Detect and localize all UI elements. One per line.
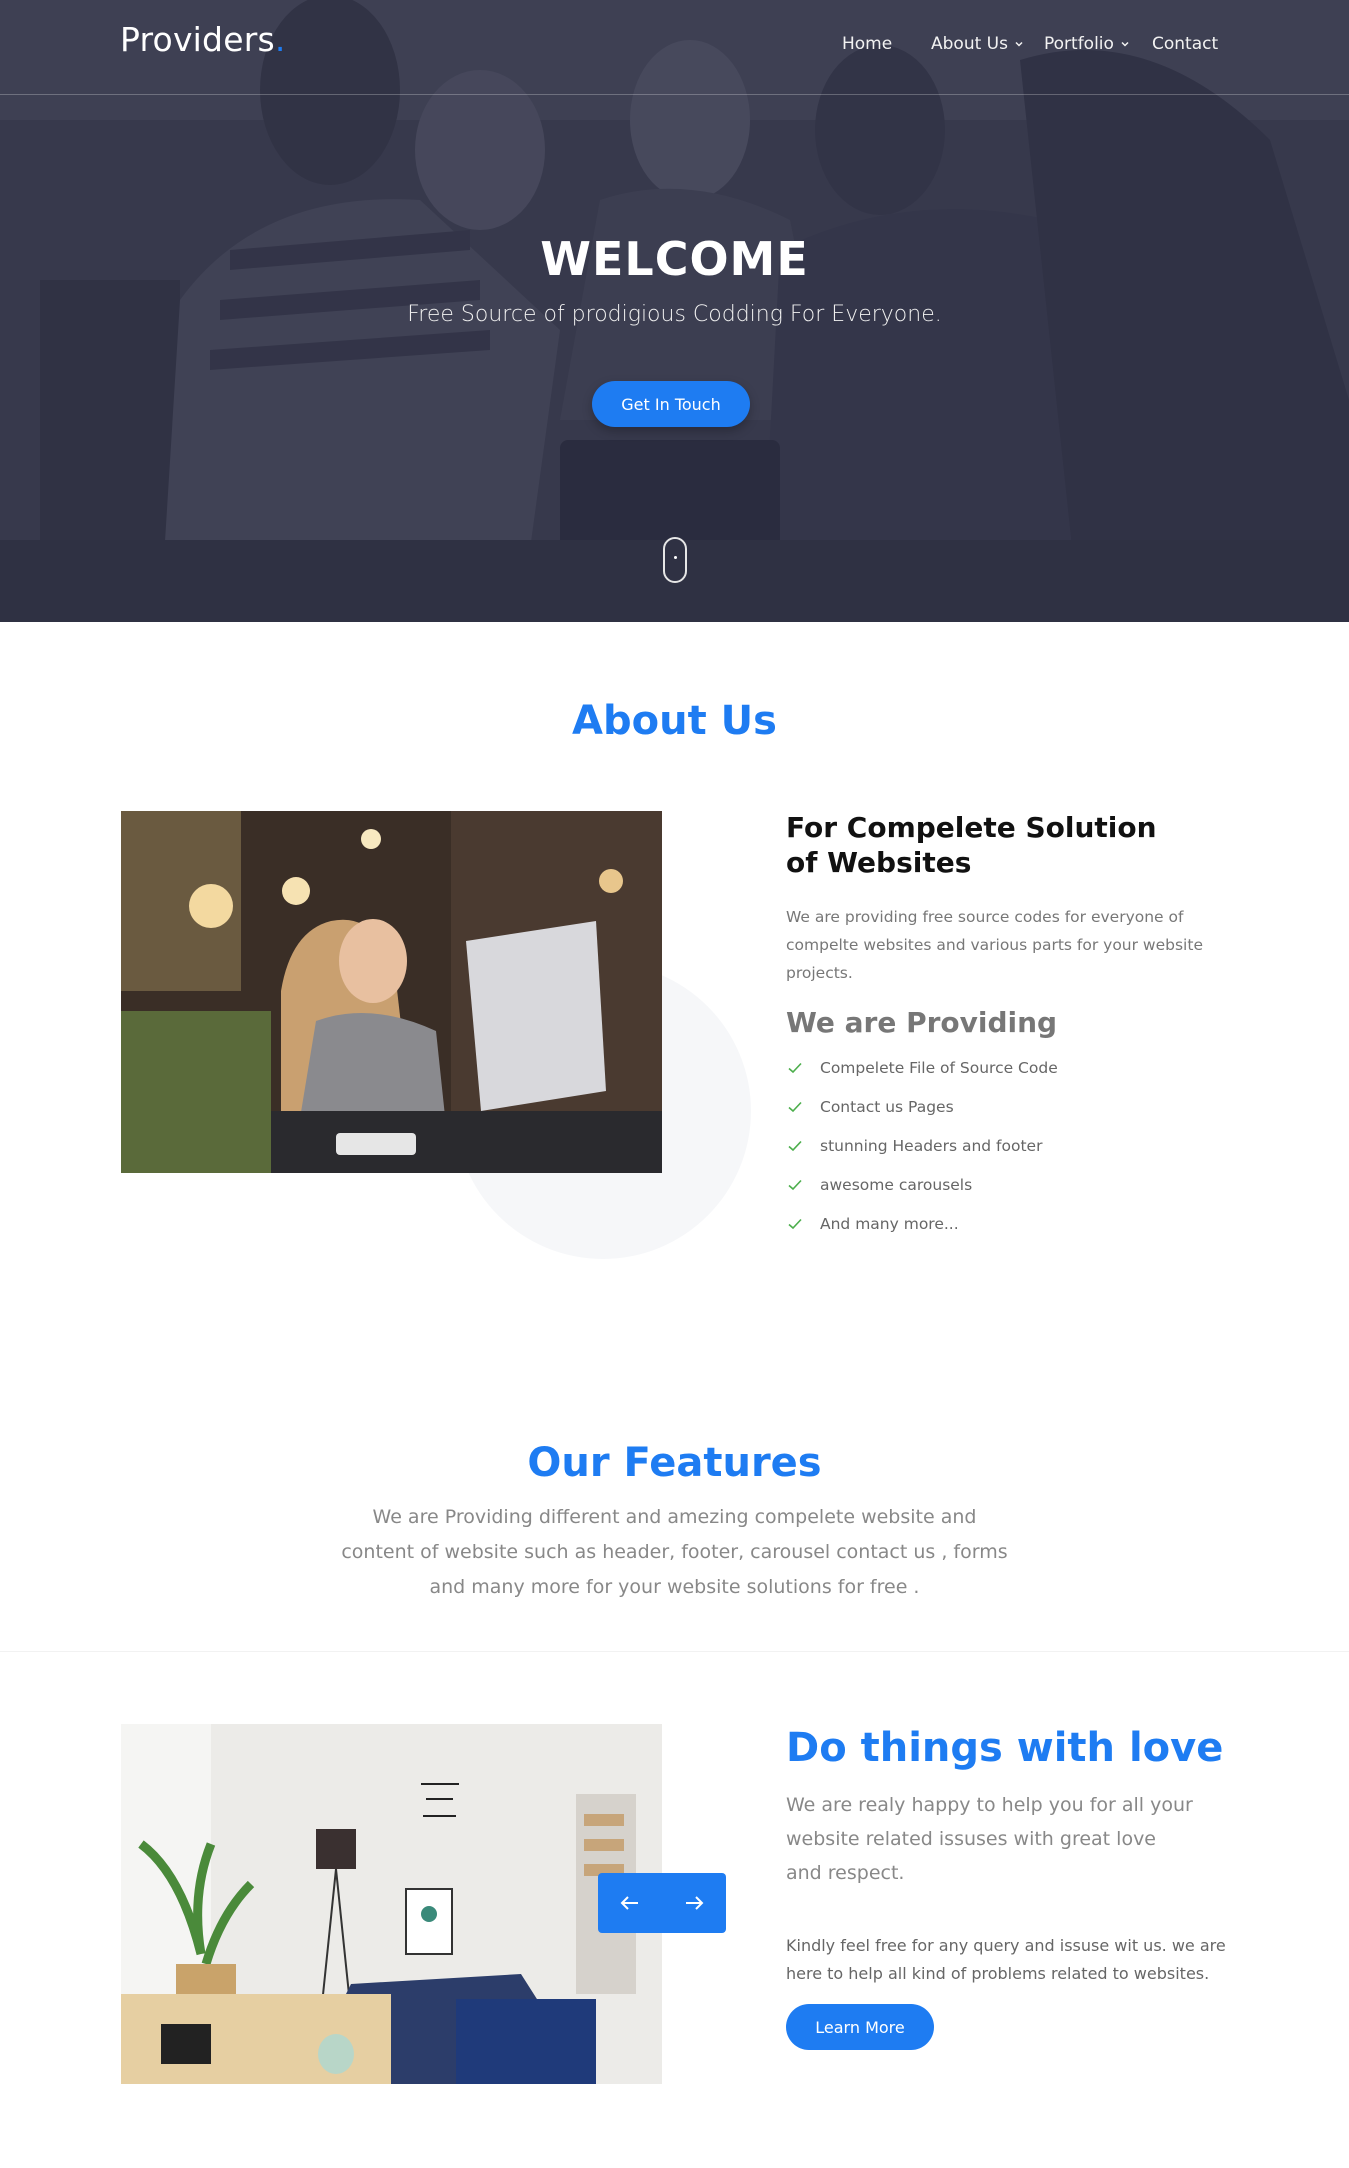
- check-icon: [788, 1101, 802, 1112]
- arrow-left-icon: [620, 1896, 638, 1910]
- about-heading: For Compelete Solution of Websites: [786, 811, 1157, 879]
- love-text: We are realy happy to help you for all y…: [786, 1794, 1193, 1884]
- list-item: Contact us Pages: [786, 1087, 1058, 1126]
- hero-section: Providers. Home About Us Portfolio Conta…: [0, 0, 1349, 622]
- features-text: We are Providing different and amezing c…: [341, 1506, 1008, 1598]
- arrow-right-icon: [686, 1896, 704, 1910]
- list-item: And many more...: [786, 1204, 1058, 1243]
- hero-subtitle: Free Source of prodigious Codding For Ev…: [407, 302, 942, 327]
- check-icon: [788, 1179, 802, 1190]
- love-photo-room: [121, 1724, 662, 2084]
- brand-logo[interactable]: Providers.: [120, 20, 286, 59]
- nav-home[interactable]: Home: [842, 34, 892, 54]
- nav-about-us[interactable]: About Us: [931, 34, 1024, 54]
- carousel-arrows: [598, 1873, 726, 1933]
- list-item: awesome carousels: [786, 1165, 1058, 1204]
- providing-list: Compelete File of Source Code Contact us…: [786, 1048, 1058, 1243]
- nav-portfolio[interactable]: Portfolio: [1044, 34, 1130, 54]
- about-title: About Us: [572, 698, 777, 744]
- section-divider: [0, 1651, 1349, 1652]
- features-title: Our Features: [527, 1440, 822, 1486]
- carousel-prev-button[interactable]: [610, 1883, 650, 1923]
- love-title: Do things with love: [786, 1725, 1224, 1771]
- learn-more-button[interactable]: Learn More: [786, 2004, 934, 2050]
- chevron-down-icon: [1121, 41, 1129, 47]
- about-photo-woman-laptop: [121, 811, 662, 1173]
- check-icon: [788, 1140, 802, 1151]
- about-text: We are providing free source codes for e…: [786, 908, 1203, 982]
- providing-title: We are Providing: [786, 1006, 1058, 1039]
- check-icon: [788, 1218, 802, 1229]
- navbar: Providers. Home About Us Portfolio Conta…: [0, 0, 1349, 95]
- check-icon: [788, 1062, 802, 1073]
- chevron-down-icon: [1015, 41, 1023, 47]
- list-item: stunning Headers and footer: [786, 1126, 1058, 1165]
- hero-title: WELCOME: [540, 232, 809, 286]
- nav-contact[interactable]: Contact: [1152, 34, 1218, 54]
- mouse-scroll-icon[interactable]: [663, 537, 687, 583]
- list-item: Compelete File of Source Code: [786, 1048, 1058, 1087]
- love-text-secondary: Kindly feel free for any query and issus…: [786, 1936, 1226, 1983]
- get-in-touch-button[interactable]: Get In Touch: [592, 381, 750, 427]
- carousel-next-button[interactable]: [674, 1883, 714, 1923]
